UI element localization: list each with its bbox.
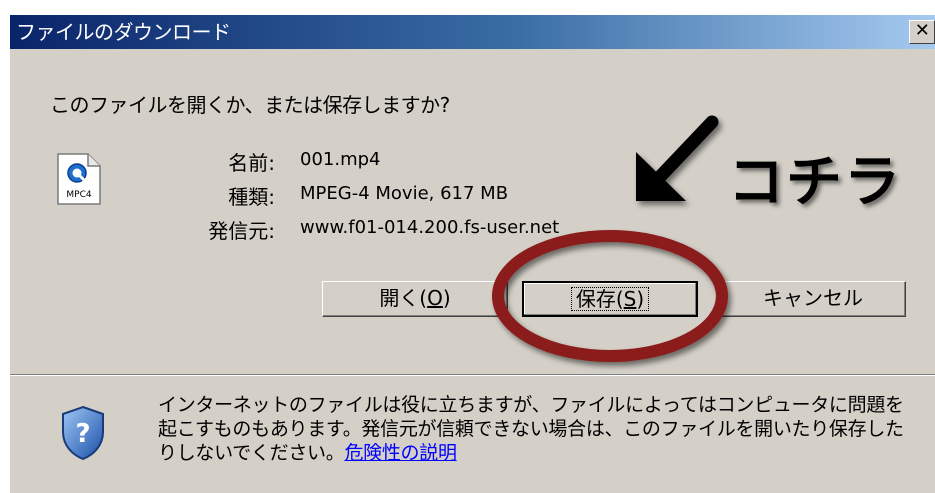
save-button-focus: 保存(S): [570, 287, 650, 311]
title-bar[interactable]: ファイルのダウンロード ✕: [10, 15, 935, 49]
save-button-label-end: ): [636, 287, 645, 311]
mpeg4-file-icon: MPC4: [57, 153, 101, 205]
close-icon: ✕: [914, 20, 930, 41]
save-button-label: 保存(: [575, 287, 624, 311]
file-download-dialog: ファイルのダウンロード ✕ このファイルを開くか、または保存しますか? MPC4…: [8, 14, 935, 493]
save-button-mnemonic: S: [623, 287, 637, 311]
file-source-label: 発信元:: [208, 219, 275, 243]
open-button[interactable]: 開く(O): [322, 281, 508, 317]
file-type-label: 種類:: [228, 185, 275, 209]
cancel-button[interactable]: キャンセル: [720, 281, 906, 317]
open-button-mnemonic: O: [427, 286, 443, 310]
file-icon-label: MPC4: [66, 190, 91, 200]
open-button-label: 開く(: [379, 286, 428, 310]
risk-explanation-link[interactable]: 危険性の説明: [344, 442, 457, 464]
warning-text: インターネットのファイルは役に立ちますが、ファイルによってはコンピュータに問題を…: [158, 394, 904, 464]
open-button-label-end: ): [442, 286, 451, 310]
cancel-button-label: キャンセル: [763, 286, 863, 310]
file-type-value: MPEG-4 Movie, 617 MB: [300, 183, 509, 204]
svg-text:?: ?: [75, 419, 90, 449]
question-text: このファイルを開くか、または保存しますか?: [50, 93, 450, 117]
dialog-title: ファイルのダウンロード: [16, 20, 231, 44]
save-button[interactable]: 保存(S): [522, 281, 698, 317]
file-name-label: 名前:: [228, 151, 275, 175]
annotation-label: コチラ: [728, 150, 902, 215]
close-button[interactable]: ✕: [909, 20, 935, 44]
file-name-value: 001.mp4: [300, 149, 381, 170]
security-shield-icon: ?: [62, 405, 104, 461]
file-source-value: www.f01-014.200.fs-user.net: [300, 217, 560, 238]
security-warning: インターネットのファイルは役に立ちますが、ファイルによってはコンピュータに問題を…: [158, 393, 918, 465]
separator-highlight: [10, 375, 935, 376]
